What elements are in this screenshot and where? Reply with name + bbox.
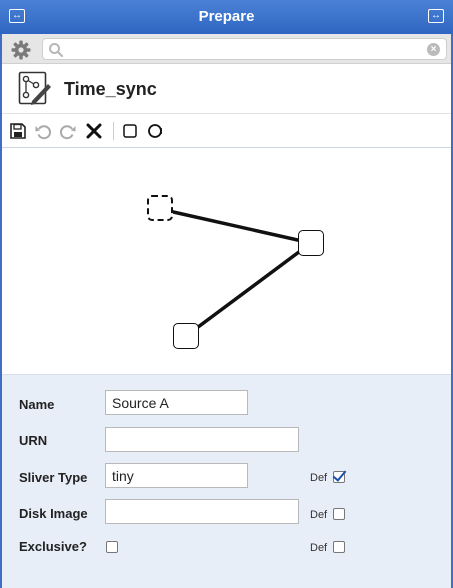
sliver-type-field[interactable] — [105, 463, 248, 488]
disk-image-field[interactable] — [105, 499, 299, 524]
exclusive-default-checkbox[interactable] — [333, 541, 345, 553]
gear-icon[interactable] — [9, 39, 33, 61]
topology-edit-icon — [18, 71, 51, 105]
title-bar: ↔ Prepare ↔ — [0, 0, 453, 34]
node[interactable] — [173, 323, 199, 349]
expand-right-icon[interactable]: ↔ — [428, 9, 444, 23]
node-properties-panel: Name URN Sliver Type Def Disk Image Def … — [2, 374, 451, 588]
name-field[interactable] — [105, 390, 248, 415]
exclusive-default-label: Def — [310, 542, 328, 554]
topology-canvas[interactable] — [2, 148, 451, 374]
urn-field[interactable] — [105, 427, 299, 452]
search-icon — [49, 43, 64, 58]
link-line[interactable] — [184, 241, 313, 338]
slice-header: Time_sync — [2, 64, 451, 114]
topology-links — [159, 207, 313, 338]
exclusive-label: Exclusive? — [19, 539, 87, 554]
undo-icon[interactable] — [34, 122, 52, 140]
circle-node-icon[interactable] — [146, 122, 164, 140]
search-input[interactable] — [67, 40, 427, 58]
toolbar-divider — [113, 122, 114, 140]
sliver-type-default-label: Def — [310, 472, 328, 484]
exclusive-checkbox[interactable] — [106, 541, 118, 553]
clear-search-icon[interactable]: × — [427, 43, 440, 56]
delete-icon[interactable] — [85, 122, 103, 140]
disk-image-default-checkbox[interactable] — [333, 508, 345, 520]
disk-image-label: Disk Image — [19, 506, 88, 521]
redo-icon[interactable] — [59, 122, 77, 140]
search-bar: × — [2, 34, 451, 64]
sliver-type-default-checkbox[interactable] — [333, 471, 345, 483]
node[interactable] — [298, 230, 324, 256]
urn-label: URN — [19, 433, 48, 448]
window-title: Prepare — [198, 8, 255, 25]
save-icon[interactable] — [9, 122, 27, 140]
editor-toolbar — [2, 114, 451, 148]
sliver-type-label: Sliver Type — [19, 470, 88, 485]
name-label: Name — [19, 397, 55, 412]
slice-title: Time_sync — [64, 79, 157, 99]
square-node-icon[interactable] — [121, 122, 139, 140]
node-selected[interactable] — [147, 195, 173, 221]
disk-image-default-label: Def — [310, 509, 328, 521]
search-field: × — [42, 38, 447, 60]
link-line[interactable] — [159, 207, 312, 245]
